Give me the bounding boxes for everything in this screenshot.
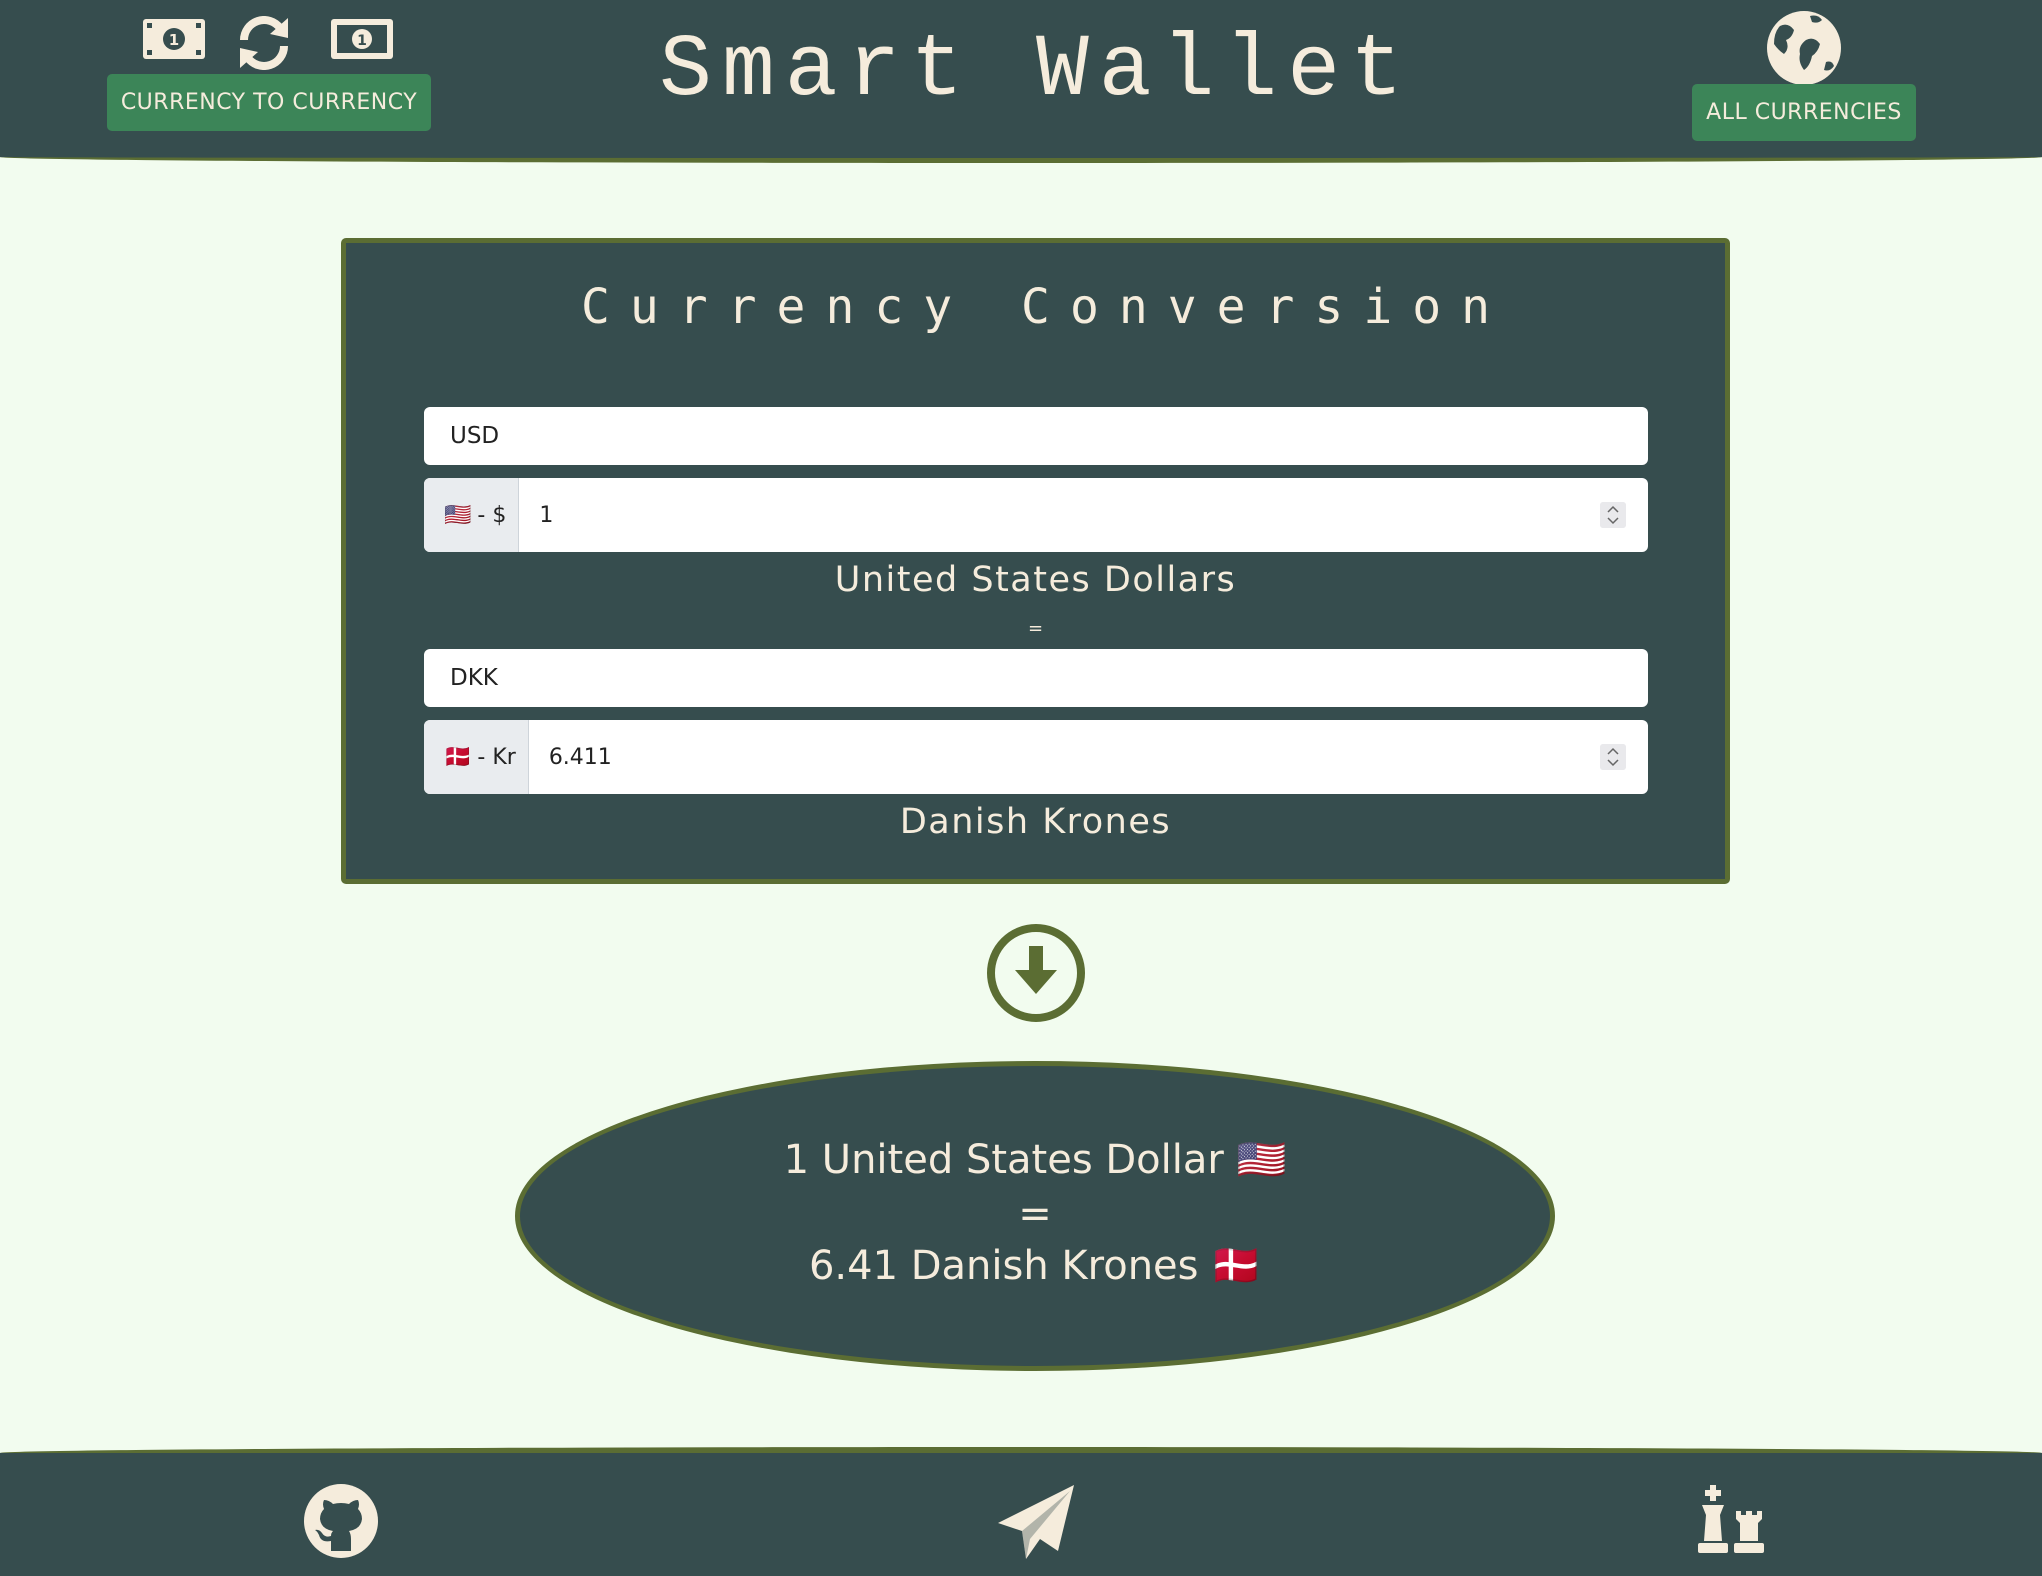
from-currency-code: USD — [450, 423, 500, 449]
from-currency-symbol: - $ — [477, 502, 507, 528]
to-currency-code: DKK — [450, 665, 498, 691]
from-currency-select[interactable]: USD — [424, 407, 1648, 465]
from-amount-input[interactable]: 1 — [519, 478, 1648, 552]
us-flag-icon: 🇺🇸 — [444, 502, 472, 528]
result-line-to: 6.41 Danish Krones 🇩🇰 — [808, 1243, 1262, 1289]
to-amount-input[interactable]: 6.411 — [529, 720, 1648, 794]
header: 1 1 CURRENCY TO CURRENCY Smart Wallet AL… — [0, 0, 2042, 163]
to-currency-name: Danish Krones — [899, 802, 1172, 842]
equals-sign: = — [1027, 618, 1044, 639]
conversion-card: Currency Conversion USD 🇺🇸 - $ 1 United … — [341, 238, 1730, 884]
from-amount-spinner[interactable] — [1600, 502, 1626, 528]
dk-flag-icon: 🇩🇰 — [444, 744, 472, 770]
to-amount-spinner[interactable] — [1600, 744, 1626, 770]
to-amount-group: 🇩🇰 - Kr 6.411 — [424, 720, 1648, 794]
all-currencies-button[interactable]: ALL CURRENCIES — [1692, 84, 1916, 141]
arrow-down-circle-icon — [987, 924, 1085, 1022]
chess-icon[interactable] — [1690, 1483, 1770, 1563]
to-currency-select[interactable]: DKK — [424, 649, 1648, 707]
from-amount-value: 1 — [539, 502, 554, 528]
to-currency-addon: 🇩🇰 - Kr — [424, 720, 529, 794]
result-line-from: 1 United States Dollar 🇺🇸 — [783, 1137, 1287, 1183]
to-amount-value: 6.411 — [548, 744, 612, 770]
result-equals: = — [1018, 1191, 1052, 1237]
footer — [0, 1447, 2042, 1576]
card-title: Currency Conversion — [580, 279, 1511, 335]
result-ellipse: 1 United States Dollar 🇺🇸 = 6.41 Danish … — [515, 1061, 1555, 1371]
globe-icon — [1767, 11, 1841, 85]
github-icon[interactable] — [303, 1483, 379, 1559]
from-amount-group: 🇺🇸 - $ 1 — [424, 478, 1648, 552]
from-currency-addon: 🇺🇸 - $ — [424, 478, 520, 552]
to-currency-symbol: - Kr — [477, 744, 516, 770]
from-currency-name: United States Dollars — [834, 560, 1237, 600]
paper-plane-icon[interactable] — [996, 1483, 1076, 1563]
